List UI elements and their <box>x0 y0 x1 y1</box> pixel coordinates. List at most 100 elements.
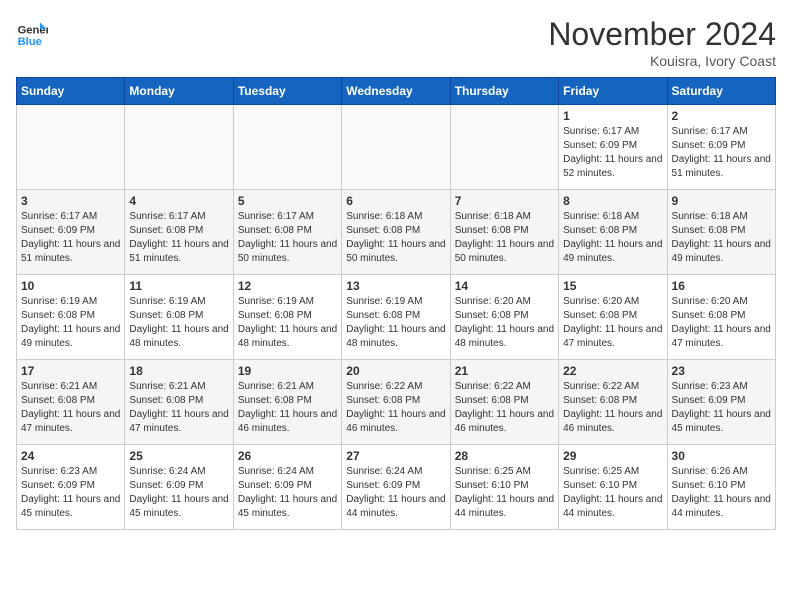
calendar-cell <box>17 105 125 190</box>
day-number: 2 <box>672 109 771 123</box>
calendar-cell <box>125 105 233 190</box>
day-number: 13 <box>346 279 445 293</box>
day-number: 22 <box>563 364 662 378</box>
week-row-2: 3 Sunrise: 6:17 AM Sunset: 6:09 PM Daylig… <box>17 190 776 275</box>
calendar-cell: 16Sunrise: 6:20 AM Sunset: 6:08 PM Dayli… <box>667 275 775 360</box>
calendar-cell: 1 Sunrise: 6:17 AM Sunset: 6:09 PM Daylig… <box>559 105 667 190</box>
day-info: Sunrise: 6:21 AM Sunset: 6:08 PM Dayligh… <box>238 380 337 436</box>
day-info: Sunrise: 6:19 AM Sunset: 6:08 PM Dayligh… <box>21 295 120 351</box>
day-number: 29 <box>563 449 662 463</box>
calendar-cell: 15 Sunrise: 6:20 AM Sunset: 6:08 PM Dayli… <box>559 275 667 360</box>
calendar-cell: 3 Sunrise: 6:17 AM Sunset: 6:09 PM Daylig… <box>17 190 125 275</box>
day-number: 23 <box>672 364 771 378</box>
day-header-row: SundayMondayTuesdayWednesdayThursdayFrid… <box>17 78 776 105</box>
day-info: Sunrise: 6:19 AM Sunset: 6:08 PM Dayligh… <box>129 295 228 351</box>
day-number: 12 <box>238 279 337 293</box>
day-header-monday: Monday <box>125 78 233 105</box>
calendar-cell: 13Sunrise: 6:19 AM Sunset: 6:08 PM Dayli… <box>342 275 450 360</box>
day-number: 17 <box>21 364 120 378</box>
day-info: Sunrise: 6:26 AM Sunset: 6:10 PM Dayligh… <box>672 465 771 521</box>
day-number: 7 <box>455 194 554 208</box>
day-info: Sunrise: 6:22 AM Sunset: 6:08 PM Dayligh… <box>563 380 662 436</box>
calendar-cell <box>342 105 450 190</box>
week-row-5: 24 Sunrise: 6:23 AM Sunset: 6:09 PM Dayli… <box>17 445 776 530</box>
day-info: Sunrise: 6:22 AM Sunset: 6:08 PM Dayligh… <box>346 380 445 436</box>
day-info: Sunrise: 6:18 AM Sunset: 6:08 PM Dayligh… <box>455 210 554 266</box>
day-number: 4 <box>129 194 228 208</box>
day-info: Sunrise: 6:24 AM Sunset: 6:09 PM Dayligh… <box>238 465 337 521</box>
day-header-friday: Friday <box>559 78 667 105</box>
day-number: 1 <box>563 109 662 123</box>
day-number: 21 <box>455 364 554 378</box>
calendar-cell: 25Sunrise: 6:24 AM Sunset: 6:09 PM Dayli… <box>125 445 233 530</box>
logo: General Blue <box>16 16 48 48</box>
day-info: Sunrise: 6:17 AM Sunset: 6:09 PM Dayligh… <box>672 125 771 181</box>
day-info: Sunrise: 6:20 AM Sunset: 6:08 PM Dayligh… <box>455 295 554 351</box>
day-info: Sunrise: 6:24 AM Sunset: 6:09 PM Dayligh… <box>129 465 228 521</box>
day-number: 6 <box>346 194 445 208</box>
calendar-cell: 5Sunrise: 6:17 AM Sunset: 6:08 PM Daylig… <box>233 190 341 275</box>
day-info: Sunrise: 6:23 AM Sunset: 6:09 PM Dayligh… <box>672 380 771 436</box>
calendar-table: SundayMondayTuesdayWednesdayThursdayFrid… <box>16 77 776 530</box>
day-info: Sunrise: 6:18 AM Sunset: 6:08 PM Dayligh… <box>346 210 445 266</box>
day-info: Sunrise: 6:20 AM Sunset: 6:08 PM Dayligh… <box>563 295 662 351</box>
day-info: Sunrise: 6:17 AM Sunset: 6:09 PM Dayligh… <box>563 125 662 181</box>
day-number: 27 <box>346 449 445 463</box>
calendar-cell: 12 Sunrise: 6:19 AM Sunset: 6:08 PM Dayli… <box>233 275 341 360</box>
day-header-sunday: Sunday <box>17 78 125 105</box>
day-number: 11 <box>129 279 228 293</box>
calendar-cell: 19 Sunrise: 6:21 AM Sunset: 6:08 PM Dayli… <box>233 360 341 445</box>
calendar-cell: 4 Sunrise: 6:17 AM Sunset: 6:08 PM Daylig… <box>125 190 233 275</box>
day-info: Sunrise: 6:23 AM Sunset: 6:09 PM Dayligh… <box>21 465 120 521</box>
title-block: November 2024 Kouisra, Ivory Coast <box>548 16 776 69</box>
week-row-4: 17 Sunrise: 6:21 AM Sunset: 6:08 PM Dayli… <box>17 360 776 445</box>
day-number: 10 <box>21 279 120 293</box>
day-info: Sunrise: 6:17 AM Sunset: 6:09 PM Dayligh… <box>21 210 120 266</box>
day-info: Sunrise: 6:20 AM Sunset: 6:08 PM Dayligh… <box>672 295 771 351</box>
day-info: Sunrise: 6:18 AM Sunset: 6:08 PM Dayligh… <box>563 210 662 266</box>
calendar-cell: 2 Sunrise: 6:17 AM Sunset: 6:09 PM Daylig… <box>667 105 775 190</box>
day-number: 20 <box>346 364 445 378</box>
calendar-cell: 7 Sunrise: 6:18 AM Sunset: 6:08 PM Daylig… <box>450 190 558 275</box>
day-number: 24 <box>21 449 120 463</box>
day-number: 8 <box>563 194 662 208</box>
month-year: November 2024 <box>548 16 776 53</box>
location: Kouisra, Ivory Coast <box>548 53 776 69</box>
day-info: Sunrise: 6:25 AM Sunset: 6:10 PM Dayligh… <box>455 465 554 521</box>
day-info: Sunrise: 6:21 AM Sunset: 6:08 PM Dayligh… <box>129 380 228 436</box>
calendar-cell: 8 Sunrise: 6:18 AM Sunset: 6:08 PM Daylig… <box>559 190 667 275</box>
calendar-cell: 28 Sunrise: 6:25 AM Sunset: 6:10 PM Dayli… <box>450 445 558 530</box>
calendar-cell: 30 Sunrise: 6:26 AM Sunset: 6:10 PM Dayli… <box>667 445 775 530</box>
day-number: 19 <box>238 364 337 378</box>
week-row-1: 1 Sunrise: 6:17 AM Sunset: 6:09 PM Daylig… <box>17 105 776 190</box>
calendar-cell: 10 Sunrise: 6:19 AM Sunset: 6:08 PM Dayli… <box>17 275 125 360</box>
day-info: Sunrise: 6:19 AM Sunset: 6:08 PM Dayligh… <box>238 295 337 351</box>
calendar-cell <box>450 105 558 190</box>
day-number: 3 <box>21 194 120 208</box>
day-header-tuesday: Tuesday <box>233 78 341 105</box>
logo-icon: General Blue <box>16 16 48 48</box>
calendar-cell: 23 Sunrise: 6:23 AM Sunset: 6:09 PM Dayli… <box>667 360 775 445</box>
day-number: 14 <box>455 279 554 293</box>
calendar-cell: 27 Sunrise: 6:24 AM Sunset: 6:09 PM Dayli… <box>342 445 450 530</box>
day-number: 15 <box>563 279 662 293</box>
calendar-cell: 14 Sunrise: 6:20 AM Sunset: 6:08 PM Dayli… <box>450 275 558 360</box>
calendar-cell: 17Sunrise: 6:21 AM Sunset: 6:08 PM Dayli… <box>17 360 125 445</box>
day-number: 30 <box>672 449 771 463</box>
day-number: 28 <box>455 449 554 463</box>
calendar-cell: 20 Sunrise: 6:22 AM Sunset: 6:08 PM Dayli… <box>342 360 450 445</box>
day-header-wednesday: Wednesday <box>342 78 450 105</box>
day-header-thursday: Thursday <box>450 78 558 105</box>
day-info: Sunrise: 6:22 AM Sunset: 6:08 PM Dayligh… <box>455 380 554 436</box>
calendar-cell: 9Sunrise: 6:18 AM Sunset: 6:08 PM Daylig… <box>667 190 775 275</box>
day-info: Sunrise: 6:24 AM Sunset: 6:09 PM Dayligh… <box>346 465 445 521</box>
calendar-cell: 29Sunrise: 6:25 AM Sunset: 6:10 PM Dayli… <box>559 445 667 530</box>
calendar-cell: 18 Sunrise: 6:21 AM Sunset: 6:08 PM Dayli… <box>125 360 233 445</box>
day-number: 18 <box>129 364 228 378</box>
day-header-saturday: Saturday <box>667 78 775 105</box>
calendar-cell: 6 Sunrise: 6:18 AM Sunset: 6:08 PM Daylig… <box>342 190 450 275</box>
page-header: General Blue November 2024 Kouisra, Ivor… <box>16 16 776 69</box>
calendar-cell: 22 Sunrise: 6:22 AM Sunset: 6:08 PM Dayli… <box>559 360 667 445</box>
calendar-cell: 26Sunrise: 6:24 AM Sunset: 6:09 PM Dayli… <box>233 445 341 530</box>
day-info: Sunrise: 6:17 AM Sunset: 6:08 PM Dayligh… <box>129 210 228 266</box>
